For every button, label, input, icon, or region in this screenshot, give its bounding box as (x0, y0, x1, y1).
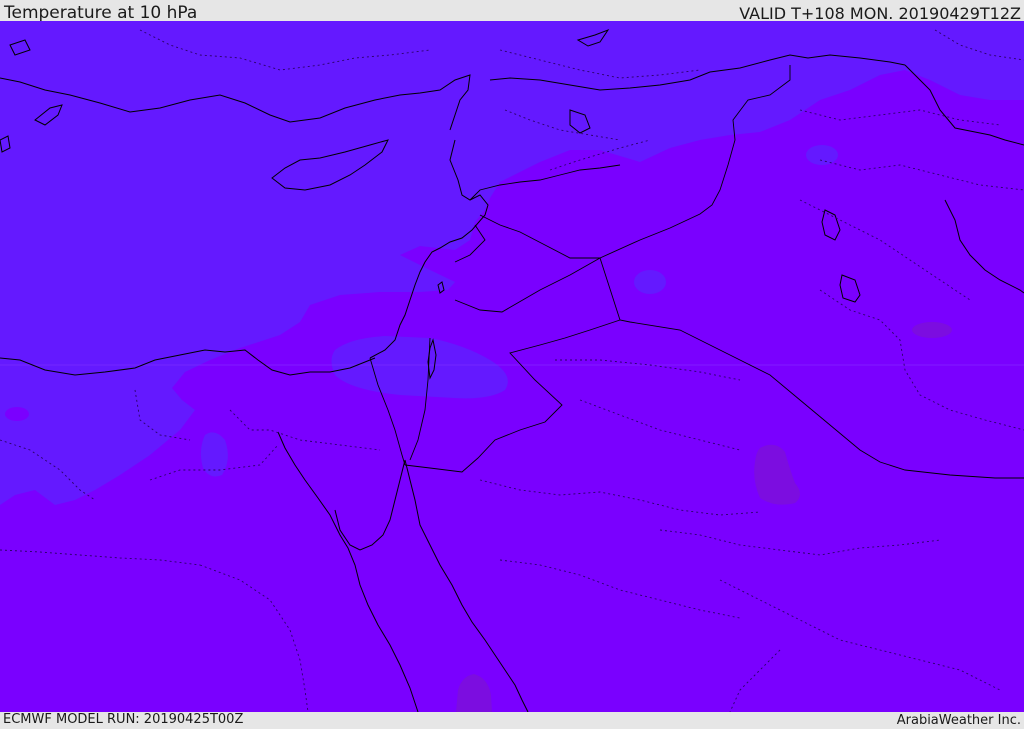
footer-bar: ECMWF MODEL RUN: 20190425T00Z ArabiaWeat… (0, 712, 1024, 729)
credit-label: ArabiaWeather Inc. (896, 713, 1021, 728)
warm-patch-iraq (912, 322, 952, 338)
model-run-label: ECMWF MODEL RUN: 20190425T00Z (3, 712, 244, 727)
weather-map (0, 21, 1024, 712)
cold-patch-iran (806, 145, 838, 165)
warm-patch-mediterranean (5, 407, 29, 421)
cold-patch-syria (634, 270, 666, 294)
map-title: Temperature at 10 hPa (4, 3, 198, 23)
header-bar: Temperature at 10 hPa VALID T+108 MON. 2… (0, 0, 1024, 23)
